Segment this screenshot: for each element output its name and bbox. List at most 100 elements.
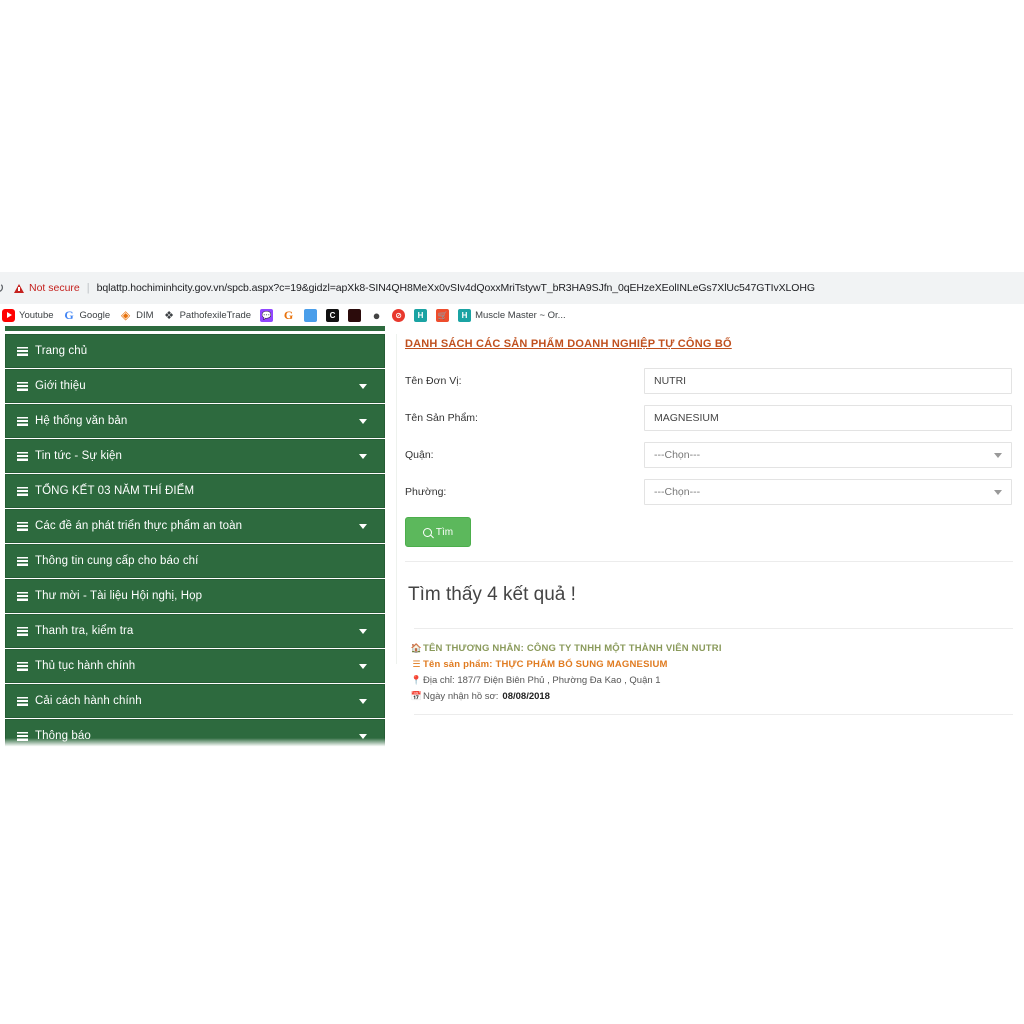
calendar-icon: 📅 [410, 691, 423, 701]
sidebar-item-label: Hệ thống văn bản [35, 415, 128, 427]
home-icon: 🏠 [410, 643, 423, 653]
bookmark-h-teal-1[interactable]: H [414, 308, 428, 322]
search-form: Tên Đơn Vị: NUTRI Tên Sản Phẩm: MAGNESIUM Qu… [396, 366, 1024, 507]
chevron-down-icon[interactable] [359, 664, 367, 669]
form-divider [405, 561, 1013, 562]
sphere-icon: ● [370, 308, 384, 323]
bookmark-muscle-master[interactable]: H Muscle Master ~ Or... [458, 308, 566, 322]
sidebar-item-6[interactable]: Thông tin cung cấp cho báo chí [5, 544, 385, 578]
sidebar-menu: Trang chủ Giới thiệu Hệ thống văn bản Tin t… [5, 334, 385, 748]
omnibox-divider: | [86, 282, 90, 294]
search-button-label: Tìm [435, 526, 454, 538]
sidebar-item-5[interactable]: Các đề án phát triển thực phẩm an toàn [5, 509, 385, 543]
bookmark-crescent[interactable]: C [326, 308, 340, 322]
chevron-down-icon[interactable] [994, 490, 1002, 495]
result-item[interactable]: 🏠 TÊN THƯƠNG NHÂN: CÔNG TY TNHH MỘT THÀN… [410, 643, 1024, 702]
sidebar-item-label: Thông tin cung cấp cho báo chí [35, 555, 199, 567]
block-icon: ⊘ [392, 308, 406, 322]
result-product: Tên sản phẩm: THỰC PHẨM BỔ SUNG MAGNESIU… [423, 659, 668, 670]
crescent-icon: C [326, 308, 340, 322]
sidebar-item-3[interactable]: Tin tức - Sự kiện [5, 439, 385, 473]
sidebar-item-label: Thanh tra, kiểm tra [35, 625, 134, 637]
search-button[interactable]: Tìm [405, 517, 471, 547]
chevron-down-icon[interactable] [359, 524, 367, 529]
bookmark-label: DIM [136, 309, 154, 321]
select-quan[interactable]: ---Chọn--- [644, 442, 1012, 468]
sidebar-fade-overlay [5, 738, 385, 748]
chevron-down-icon[interactable] [359, 629, 367, 634]
bookmark-twitch[interactable]: 💬 [260, 308, 274, 322]
chevron-down-icon[interactable] [359, 454, 367, 459]
select-phuong[interactable]: ---Chọn--- [644, 479, 1012, 505]
twitch-icon: 💬 [260, 308, 274, 322]
page-title: DANH SÁCH CÁC SẢN PHẨM DOANH NGHIỆP TỰ C… [405, 338, 732, 350]
sidebar-item-label: Trang chủ [35, 345, 88, 357]
bookmark-youtube[interactable]: Youtube [2, 308, 54, 322]
google-icon: G [64, 307, 74, 322]
sidebar-item-2[interactable]: Hệ thống văn bản [5, 404, 385, 438]
bookmark-dark-square[interactable] [348, 308, 362, 322]
bookmark-block[interactable]: ⊘ [392, 308, 406, 322]
bookmark-grammarly[interactable]: G [282, 307, 295, 322]
sidebar-item-label: Các đề án phát triển thực phẩm an toàn [35, 520, 243, 532]
sidebar-top-strip [5, 326, 385, 331]
list-icon: ☰ [412, 659, 421, 669]
bookmark-label: PathofexileTrade [179, 309, 252, 321]
result-merchant-row: 🏠 TÊN THƯƠNG NHÂN: CÔNG TY TNHH MỘT THÀN… [410, 643, 1024, 654]
sidebar-item-label: Thư mời - Tài liệu Hội nghị, Họp [35, 590, 203, 602]
result-address: Địa chỉ: 187/7 Điện Biên Phủ , Phường Đa… [423, 675, 661, 686]
sidebar-item-label: Cải cách hành chính [35, 695, 142, 707]
list-icon [17, 451, 28, 461]
result-address-row: 📍 Địa chỉ: 187/7 Điện Biên Phủ , Phường … [410, 675, 1024, 686]
result-product-row: ☰ Tên sản phẩm: THỰC PHẨM BỔ SUNG MAGNES… [410, 659, 1024, 670]
sidebar-item-label: TỔNG KẾT 03 NĂM THÍ ĐIỂM [35, 485, 195, 497]
chevron-down-icon[interactable] [359, 419, 367, 424]
bookmark-dim[interactable]: ◈ DIM [119, 308, 154, 322]
field-value: NUTRI [654, 375, 687, 387]
sidebar-item-4[interactable]: TỔNG KẾT 03 NĂM THÍ ĐIỂM [5, 474, 385, 508]
sidebar-item-7[interactable]: Thư mời - Tài liệu Hội nghị, Họp [5, 579, 385, 613]
bookmark-pathofexile[interactable]: ❖ PathofexileTrade [163, 309, 251, 322]
bookmarks-bar: Youtube G Google ◈ DIM ❖ PathofexileTrad… [0, 304, 1024, 327]
chevron-down-icon[interactable] [994, 453, 1002, 458]
location-pin-icon: 📍 [410, 675, 423, 685]
input-san-pham[interactable]: MAGNESIUM [644, 405, 1012, 431]
sidebar-item-label: Tin tức - Sự kiện [35, 450, 122, 462]
sidebar-item-0[interactable]: Trang chủ [5, 334, 385, 368]
list-icon [17, 591, 28, 601]
list-icon [17, 556, 28, 566]
security-status-label: Not secure [29, 282, 80, 294]
form-row-quan: Quận: ---Chọn--- [396, 440, 1024, 470]
sidebar-item-9[interactable]: Thủ tục hành chính [5, 649, 385, 683]
results-count: Tìm thấy 4 kết quả ! [408, 584, 576, 605]
bookmark-blue-app[interactable] [304, 308, 318, 322]
list-icon [17, 381, 28, 391]
shopee-icon: 🛒 [436, 308, 450, 322]
result-date-label: Ngày nhận hồ sơ: [423, 691, 499, 702]
chevron-down-icon[interactable] [359, 699, 367, 704]
bookmark-google[interactable]: G Google [63, 307, 111, 322]
field-value: ---Chọn--- [654, 449, 701, 461]
warning-triangle-icon [14, 283, 24, 293]
chevron-down-icon[interactable] [359, 384, 367, 389]
dark-square-icon [348, 308, 362, 322]
youtube-icon [2, 308, 15, 322]
result-date-row: 📅 Ngày nhận hồ sơ: 08/08/2018 [410, 691, 1024, 702]
sidebar-item-10[interactable]: Cải cách hành chính [5, 684, 385, 718]
bookmark-label: Youtube [19, 309, 54, 321]
pathofexile-icon: ❖ [164, 309, 175, 322]
reload-icon[interactable]: ↻ [0, 281, 8, 296]
sidebar-item-label: Giới thiệu [35, 380, 86, 392]
list-icon [17, 416, 28, 426]
bookmark-shopee[interactable]: 🛒 [436, 308, 450, 322]
grammarly-icon: G [283, 307, 294, 322]
address-bar[interactable]: Not secure | bqlattp.hochiminhcity.gov.v… [14, 276, 1018, 300]
bookmark-label: Google [79, 309, 111, 321]
bookmark-sphere[interactable]: ● [370, 308, 384, 323]
sidebar-item-8[interactable]: Thanh tra, kiểm tra [5, 614, 385, 648]
bookmark-label: Muscle Master ~ Or... [475, 309, 566, 321]
main-content: DANH SÁCH CÁC SẢN PHẨM DOANH NGHIỆP TỰ C… [396, 334, 1024, 715]
sidebar-item-1[interactable]: Giới thiệu [5, 369, 385, 403]
form-label-don-vi: Tên Đơn Vị: [405, 375, 462, 387]
input-don-vi[interactable]: NUTRI [644, 368, 1012, 394]
